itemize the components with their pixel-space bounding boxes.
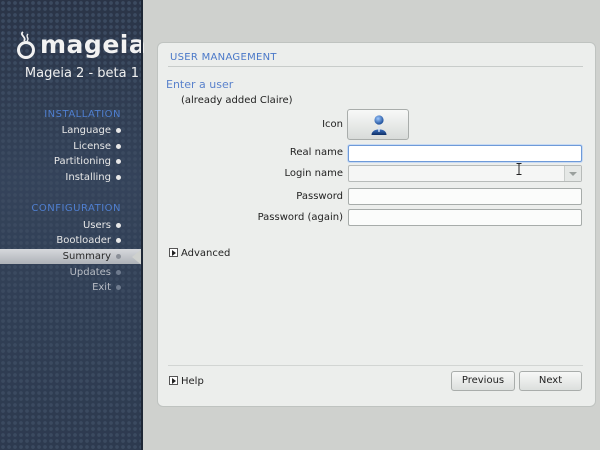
nav-item-language[interactable]: Language <box>0 123 143 138</box>
nav-item-bootloader[interactable]: Bootloader <box>0 233 143 248</box>
login-name-label: Login name <box>284 168 343 179</box>
status-dot <box>116 223 121 228</box>
nav-item-label: Summary <box>62 251 111 262</box>
nav-item-label: Exit <box>92 282 111 293</box>
advanced-expander[interactable]: Advanced <box>169 248 230 262</box>
nav-item-updates[interactable]: Updates <box>0 265 143 280</box>
status-dot <box>116 238 121 243</box>
sidebar: mageia Mageia 2 - beta 1 INSTALLATION La… <box>0 0 147 450</box>
nav-item-partitioning[interactable]: Partitioning <box>0 154 143 169</box>
status-dot <box>116 175 121 180</box>
icon-label: Icon <box>322 119 343 130</box>
help-label: Help <box>181 376 204 387</box>
panel-header: USER MANAGEMENT <box>170 52 277 63</box>
section-title-configuration: CONFIGURATION <box>31 203 121 214</box>
real-name-label: Real name <box>289 147 343 158</box>
nav-item-exit[interactable]: Exit <box>0 280 143 295</box>
active-pointer <box>132 247 144 267</box>
mageia-logo-icon <box>17 31 35 59</box>
status-dot <box>116 128 121 133</box>
status-dot <box>116 285 121 290</box>
nav-item-users[interactable]: Users <box>0 218 143 233</box>
nav-item-installing[interactable]: Installing <box>0 170 143 185</box>
user-avatar-icon <box>371 115 387 135</box>
nav-item-label: Users <box>82 220 111 231</box>
previous-button[interactable]: Previous <box>451 371 515 391</box>
password-input[interactable] <box>348 188 582 205</box>
expander-arrow-icon <box>169 248 178 257</box>
next-button[interactable]: Next <box>519 371 582 391</box>
already-added-note: (already added Claire) <box>181 95 293 106</box>
user-icon-button[interactable] <box>347 109 409 140</box>
nav-item-summary[interactable]: Summary <box>0 247 144 267</box>
status-dot <box>116 159 121 164</box>
help-button[interactable]: Help <box>169 376 204 387</box>
status-dot <box>116 144 121 149</box>
password-again-input[interactable] <box>348 209 582 226</box>
nav-item-label: Partitioning <box>53 156 111 167</box>
nav-item-label: Bootloader <box>56 235 111 246</box>
status-dot <box>116 254 121 259</box>
header-divider <box>168 66 583 67</box>
login-name-combo[interactable] <box>348 165 582 182</box>
chevron-down-icon[interactable] <box>564 166 581 181</box>
nav-item-label: Language <box>61 125 111 136</box>
nav-item-label: Installing <box>65 172 111 183</box>
real-name-input[interactable] <box>348 145 582 162</box>
logo-text: mageia <box>40 30 147 59</box>
text-cursor-icon <box>516 163 522 175</box>
status-dot <box>116 270 121 275</box>
section-title-installation: INSTALLATION <box>44 109 121 120</box>
enter-user-title: Enter a user <box>166 78 234 91</box>
nav-item-label: License <box>73 141 111 152</box>
advanced-label: Advanced <box>181 248 231 259</box>
password-again-label: Password (again) <box>257 212 343 223</box>
help-arrow-icon <box>169 376 178 385</box>
password-label: Password <box>296 191 343 202</box>
version-label: Mageia 2 - beta 1 <box>24 66 139 81</box>
footer-divider <box>168 365 583 366</box>
nav-item-label: Updates <box>69 267 111 278</box>
user-management-panel: USER MANAGEMENT Enter a user (already ad… <box>157 42 596 407</box>
nav-item-license[interactable]: License <box>0 139 143 154</box>
